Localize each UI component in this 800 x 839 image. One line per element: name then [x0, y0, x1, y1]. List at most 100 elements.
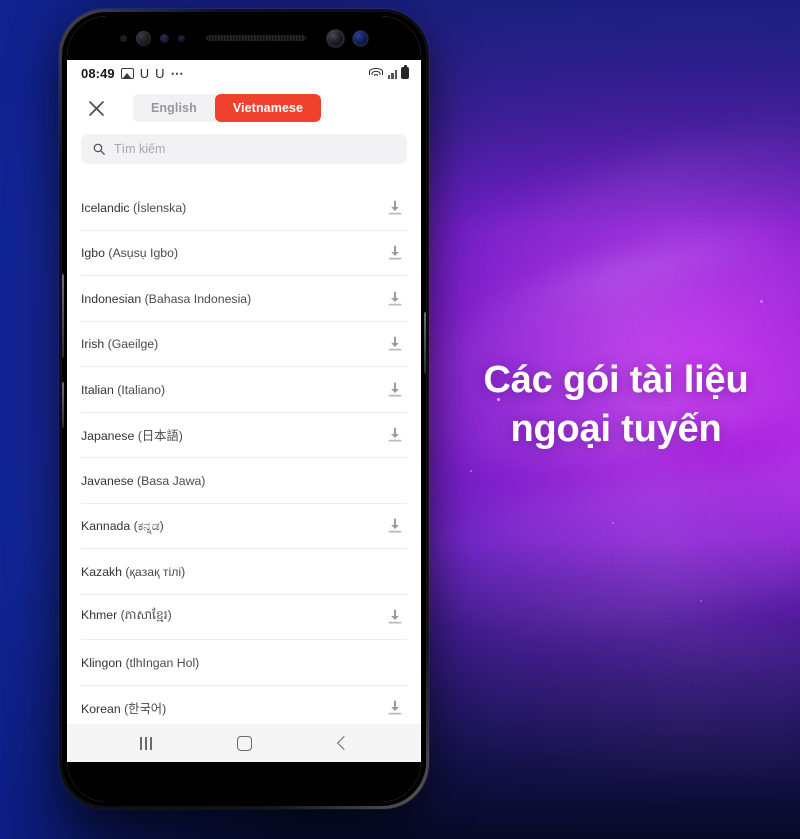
recents-button[interactable]: [126, 730, 166, 756]
led-indicator-icon: [178, 34, 185, 42]
status-bar-right: [369, 64, 409, 79]
phone-mockup: 08:49 U U ⋯ English Vietnamese Tìm kiếm …: [59, 9, 429, 809]
language-name-native: (Íslenska): [129, 200, 187, 215]
language-name-english: Kazakh: [81, 564, 123, 579]
signal-icon: [387, 68, 397, 79]
download-icon[interactable]: [387, 700, 403, 716]
language-name-english: Italian: [81, 382, 114, 397]
list-item[interactable]: Khmer (ភាសាខ្មែរ): [67, 595, 421, 641]
language-name-english: Indonesian: [81, 291, 142, 306]
language-name: Javanese (Basa Jawa): [81, 474, 205, 488]
language-name: Klingon (tlhIngan Hol): [81, 656, 199, 670]
list-item[interactable]: Klingon (tlhIngan Hol): [67, 640, 421, 686]
language-direction-toggle: English Vietnamese: [133, 94, 322, 122]
headline-line-2: ngoại tuyến: [510, 408, 722, 451]
front-camera-icon: [327, 29, 344, 47]
language-name-english: Klingon: [81, 655, 123, 670]
power-button[interactable]: [424, 312, 426, 374]
u-icon: U: [139, 65, 150, 81]
promo-headline: Các gói tài liệu ngoại tuyến: [440, 356, 792, 455]
download-icon[interactable]: [387, 245, 403, 261]
language-name-english: Japanese: [81, 429, 135, 444]
list-item[interactable]: Kazakh (қазақ тілі): [67, 549, 421, 595]
language-name-english: Igbo: [81, 246, 105, 261]
home-icon: [236, 735, 252, 751]
language-name-native: (tlhIngan Hol): [122, 655, 200, 670]
list-item[interactable]: Kannada (ಕನ್ನಡ): [67, 504, 421, 550]
back-chevron-icon: [336, 735, 351, 751]
language-name-english: Icelandic: [81, 200, 130, 215]
wifi-icon: [369, 67, 384, 79]
language-name-english: Korean: [81, 702, 121, 717]
language-name-native: (қазақ тілі): [122, 564, 186, 579]
tab-target-language[interactable]: Vietnamese: [214, 94, 322, 122]
language-name: Italian (Italiano): [81, 383, 165, 397]
language-list[interactable]: Hungarian (Magyar) Icelandic (Íslenska)I…: [67, 172, 421, 724]
language-name-native: (Basa Jawa): [133, 473, 206, 488]
recents-icon: [140, 736, 152, 750]
list-item[interactable]: Korean (한국어): [67, 686, 421, 725]
earpiece-speaker-icon: [206, 35, 306, 41]
download-icon[interactable]: [387, 427, 403, 443]
language-name-native: (ភាសាខ្មែរ): [117, 608, 172, 623]
battery-icon: [401, 64, 409, 79]
language-name-native: (Asụsụ Igbo): [104, 246, 179, 261]
list-item[interactable]: Icelandic (Íslenska): [67, 185, 421, 231]
status-bar-left: 08:49 U U ⋯: [81, 66, 185, 81]
home-button[interactable]: [224, 730, 264, 756]
u-icon: U: [155, 65, 165, 81]
back-button[interactable]: [322, 730, 362, 756]
volume-button[interactable]: [62, 274, 64, 358]
language-name: Japanese (日本語): [81, 426, 183, 444]
image-icon: [120, 67, 134, 79]
language-name-native: (한국어): [120, 702, 167, 717]
search-placeholder: Tìm kiếm: [114, 142, 166, 156]
language-name-native: (ಕನ್ನಡ): [130, 518, 164, 533]
phone-screen: 08:49 U U ⋯ English Vietnamese Tìm kiếm …: [67, 16, 421, 802]
download-icon[interactable]: [387, 200, 403, 216]
sparkle-dot: [700, 600, 702, 602]
secondary-sensor-icon: [353, 30, 368, 46]
phone-bottom-bezel: [67, 762, 421, 802]
status-bar-clock: 08:49: [81, 65, 115, 81]
light-sensor-icon: [160, 33, 169, 43]
language-name: Irish (Gaeilge): [81, 337, 158, 351]
iris-scanner-icon: [136, 30, 151, 46]
language-name-native: (Bahasa Indonesia): [141, 291, 252, 306]
language-name: Khmer (ភាសាខ្មែរ): [81, 608, 172, 626]
language-name-native: (Italiano): [113, 382, 166, 397]
close-icon[interactable]: [83, 95, 109, 121]
language-name-english: Javanese: [81, 473, 134, 488]
download-icon[interactable]: [387, 336, 403, 352]
sparkle-dot: [760, 300, 763, 303]
download-icon[interactable]: [387, 518, 403, 534]
language-name-english: Irish: [81, 337, 105, 352]
android-navigation-bar: [67, 724, 421, 762]
list-item[interactable]: Javanese (Basa Jawa): [67, 458, 421, 504]
list-item[interactable]: Japanese (日本語): [67, 413, 421, 459]
language-name-native: (Gaeilge): [104, 337, 159, 352]
language-name: Igbo (Asụsụ Igbo): [81, 246, 178, 260]
phone-top-bezel: [67, 16, 421, 60]
search-icon: [93, 143, 105, 155]
list-item[interactable]: Italian (Italiano): [67, 367, 421, 413]
search-input[interactable]: Tìm kiếm: [81, 134, 407, 164]
headline-line-1: Các gói tài liệu: [483, 359, 749, 401]
download-icon[interactable]: [387, 382, 403, 398]
download-icon[interactable]: [387, 609, 403, 625]
sparkle-dot: [612, 522, 614, 524]
tab-source-language[interactable]: English: [133, 94, 215, 122]
sparkle-dot: [470, 470, 472, 472]
language-name-english: Kannada: [81, 518, 131, 533]
download-icon[interactable]: [387, 291, 403, 307]
list-item[interactable]: Indonesian (Bahasa Indonesia): [67, 276, 421, 322]
language-name-native: (日本語): [134, 429, 183, 444]
assistant-button[interactable]: [62, 382, 64, 428]
app-header: English Vietnamese: [67, 86, 421, 130]
list-item-partial[interactable]: Hungarian (Magyar): [67, 172, 421, 185]
search-section: Tìm kiếm: [67, 130, 421, 172]
list-item[interactable]: Igbo (Asụsụ Igbo): [67, 231, 421, 277]
overflow-dots-icon: ⋯: [170, 65, 185, 81]
list-item[interactable]: Irish (Gaeilge): [67, 322, 421, 368]
language-name-english: Khmer: [81, 608, 118, 623]
